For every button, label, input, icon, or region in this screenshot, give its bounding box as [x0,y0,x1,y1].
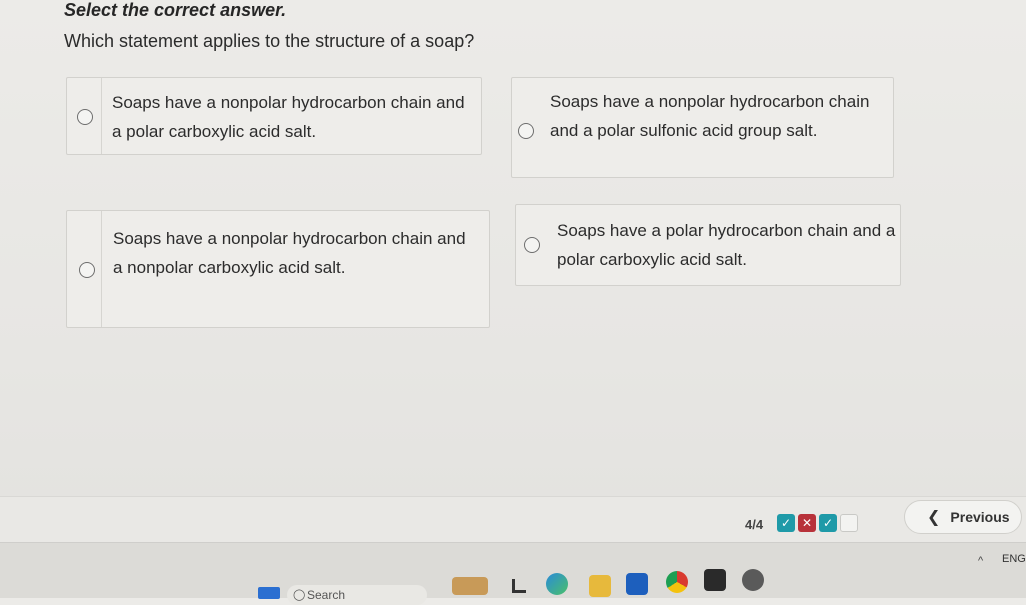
chevron-up-icon[interactable]: ^ [978,555,983,567]
radio-button-1[interactable] [77,109,93,125]
option-3-text: Soaps have a nonpolar hydrocarbon chain … [113,229,466,277]
answer-option-2[interactable]: Soaps have a nonpolar hydrocarbon chain … [511,77,894,178]
option-4-text: Soaps have a polar hydrocarbon chain and… [557,221,896,269]
edge-browser-icon[interactable] [546,573,568,595]
radio-button-3[interactable] [79,262,95,278]
chevron-left-icon: ❮ [927,509,941,526]
option-divider [101,211,102,327]
widgets-icon[interactable] [452,577,488,595]
radio-button-4[interactable] [524,237,540,253]
taskbar: ◯ Search ^ ENG [0,542,1026,605]
taskbar-search-label: Search [307,588,346,602]
taskbar-search[interactable]: ◯ Search [287,585,427,605]
answer-option-1[interactable]: Soaps have a nonpolar hydrocarbon chain … [66,77,482,155]
windows-start-icon[interactable] [258,587,280,599]
settings-gear-icon[interactable] [742,569,764,591]
radio-button-2[interactable] [518,123,534,139]
progress-item-1[interactable]: ✓ [777,514,795,532]
language-indicator[interactable]: ENG [1002,553,1026,565]
task-view-icon[interactable] [512,579,526,593]
store-icon[interactable] [704,569,726,591]
instruction-text: Select the correct answer. [64,0,287,20]
progress-item-2[interactable]: ✕ [798,514,816,532]
chrome-icon[interactable] [666,571,688,593]
progress-item-3[interactable]: ✓ [819,514,837,532]
progress-counter: 4/4 [745,517,764,532]
file-explorer-icon[interactable] [589,575,611,597]
option-1-text: Soaps have a nonpolar hydrocarbon chain … [112,93,465,141]
question-text: Which statement applies to the structure… [64,31,475,51]
option-divider [101,78,102,154]
previous-button-label: Previous [950,509,1010,525]
footer-bar [0,497,1026,542]
outlook-icon[interactable] [626,573,648,595]
search-icon: ◯ [293,589,306,601]
answer-option-3[interactable]: Soaps have a nonpolar hydrocarbon chain … [66,210,490,328]
previous-button[interactable]: ❮ Previous [904,500,1022,534]
progress-item-4[interactable] [840,514,858,532]
option-2-text: Soaps have a nonpolar hydrocarbon chain … [550,92,870,140]
answer-option-4[interactable]: Soaps have a polar hydrocarbon chain and… [515,204,901,286]
